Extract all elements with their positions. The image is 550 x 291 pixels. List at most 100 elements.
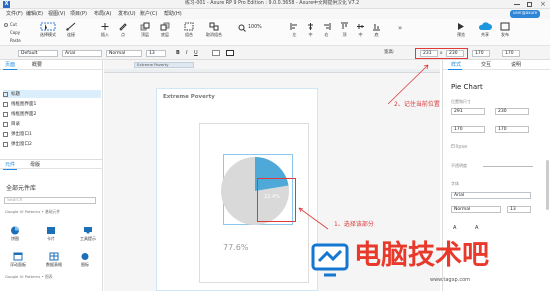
page-item-toc[interactable]: 目录 — [3, 120, 20, 128]
fill-color-swatch[interactable] — [212, 50, 220, 56]
font-select[interactable]: Arial — [62, 50, 102, 57]
library-select[interactable]: 全部元件库 — [6, 186, 36, 192]
ungroup-button[interactable]: 取消组合 — [206, 22, 222, 37]
table-icon — [49, 252, 59, 261]
tab-widgets[interactable]: 元件 — [5, 163, 15, 168]
watermark-text: 电脑技术吧 — [354, 240, 489, 271]
opacity-slider[interactable] — [483, 166, 533, 167]
width-field[interactable]: 170 — [472, 50, 490, 57]
plus-icon — [101, 23, 109, 30]
send-back-button[interactable]: 底层 — [160, 22, 170, 37]
page-item-popup-2[interactable]: 弹出窗口2 — [3, 140, 32, 148]
page-item-popup-1[interactable]: 弹出窗口1 — [3, 130, 32, 138]
inspector-font-select[interactable]: Arial — [451, 192, 531, 199]
menu-edit[interactable]: 编辑(E) — [26, 12, 43, 17]
align-center-button[interactable]: 中 — [306, 22, 315, 37]
align-right-button[interactable]: 右 — [322, 22, 331, 37]
widget-floating-panel[interactable]: 浮动面板 — [10, 252, 26, 267]
menu-publish[interactable]: 发布(U) — [118, 12, 136, 17]
height-field[interactable]: 170 — [502, 50, 520, 57]
x-position-field[interactable]: 231 — [420, 50, 438, 57]
tab-widgets-underline — [3, 169, 17, 170]
style-select[interactable]: Default — [18, 50, 58, 57]
library-group-label-2: Google UI Patterns • 图表 — [5, 274, 53, 279]
border-color-swatch[interactable] — [226, 50, 234, 56]
inspector-y-field[interactable]: 230 — [495, 108, 529, 115]
tab-style[interactable]: 样式 — [451, 63, 461, 68]
connect-button[interactable]: 连接 — [66, 22, 76, 37]
page-item-wireframe-1[interactable]: 线框图界面1 — [3, 100, 36, 108]
tab-interactions[interactable]: 交互 — [481, 63, 491, 68]
library-search-input[interactable]: Search — [4, 197, 96, 204]
align-middle-button[interactable]: 中 — [356, 22, 365, 37]
library-group-label: Google UI Patterns • 基础元件 — [5, 209, 61, 214]
widget-card[interactable]: 卡片 — [46, 226, 56, 241]
insert-button[interactable]: 插入 — [100, 22, 110, 37]
y-position-field[interactable]: 230 — [446, 50, 464, 57]
preview-button[interactable]: 预览 — [456, 22, 466, 37]
bring-front-icon — [140, 22, 150, 31]
close-button[interactable]: × — [540, 1, 546, 8]
point-button[interactable]: 点 — [118, 22, 128, 37]
tab-masters[interactable]: 母版 — [30, 163, 40, 168]
select-mode-button[interactable]: 选择模式 — [40, 22, 56, 37]
menu-project[interactable]: 项目(P) — [70, 12, 87, 17]
align-top-button[interactable]: 顶 — [340, 22, 349, 37]
widget-icon[interactable]: 图标 — [80, 252, 90, 267]
pie-chart-icon — [11, 226, 19, 235]
widget-tooltip[interactable]: 工具提示 — [80, 226, 96, 241]
menu-file[interactable]: 文件(F) — [6, 12, 23, 17]
menu-bar: 文件(F) 编辑(E) 视图(V) 项目(P) 布局(A) 发布(U) 账户(C… — [0, 9, 550, 19]
page-icon — [3, 101, 8, 107]
share-button[interactable]: 共享 — [478, 22, 492, 37]
minimize-button[interactable] — [514, 4, 520, 5]
tab-notes[interactable]: 说明 — [511, 63, 521, 68]
underline-button[interactable]: U — [194, 51, 198, 56]
copy-button[interactable]: Copy — [10, 31, 20, 35]
menu-layout[interactable]: 布局(A) — [94, 12, 111, 17]
italic-button[interactable]: I — [186, 51, 187, 56]
maximize-button[interactable] — [527, 2, 532, 7]
inspector-tabbar: 样式 交互 说明 — [443, 60, 550, 70]
publish-button[interactable]: 发布 — [500, 22, 510, 37]
inspector-h-field[interactable]: 170 — [495, 126, 529, 133]
menu-help[interactable]: 帮助(H) — [164, 12, 182, 17]
bring-front-button[interactable]: 顶层 — [140, 22, 150, 37]
inspector-size-field[interactable]: 13 — [507, 206, 531, 213]
select-mode-icon — [40, 22, 56, 31]
group-button[interactable]: 组合 — [184, 22, 194, 37]
weight-select[interactable]: Normal — [106, 50, 142, 57]
text-color-button[interactable]: A — [453, 226, 456, 231]
widget-name[interactable]: Pie Chart — [451, 84, 483, 91]
zoom-control[interactable]: 100% — [238, 23, 268, 33]
widget-pie-chart[interactable]: 饼图 — [10, 226, 20, 241]
monitor-logo-icon — [311, 243, 349, 277]
size-select[interactable]: 13 — [146, 50, 166, 57]
scissors-icon — [4, 23, 8, 27]
font-section-label: 字体 — [451, 181, 459, 186]
align-left-button[interactable]: 左 — [290, 22, 299, 37]
watermark-url: www.tagxp.com — [430, 277, 470, 283]
page-icon — [3, 131, 8, 137]
bold-button[interactable]: B — [176, 51, 180, 56]
text-shadow-button[interactable]: A — [475, 226, 478, 231]
page-item-wireframe-2[interactable]: 线框图界面2 — [3, 110, 36, 118]
more-tools-icon[interactable]: » — [398, 25, 402, 32]
cut-button[interactable]: Cut — [10, 23, 17, 27]
inspector-weight-select[interactable]: Normal — [451, 206, 501, 213]
inspector-scrollbar[interactable] — [546, 160, 549, 210]
account-badge[interactable]: user@axure — [510, 10, 541, 18]
widget-data-table[interactable]: 数据表格 — [46, 252, 62, 267]
menu-account[interactable]: 账户(C) — [140, 12, 157, 17]
menu-view[interactable]: 视图(V) — [48, 12, 65, 17]
annotation-step-1: 1、选择该部分 — [334, 221, 374, 228]
inspector-x-field[interactable]: 291 — [451, 108, 485, 115]
tab-pages[interactable]: 页面 — [5, 63, 15, 68]
inspector-w-field[interactable]: 170 — [451, 126, 485, 133]
tab-outline[interactable]: 概要 — [32, 63, 42, 68]
align-bottom-button[interactable]: 底 — [372, 22, 381, 37]
panel-icon — [13, 252, 23, 261]
annotation-step-2: 2、记住当前位置 — [394, 101, 440, 108]
page-item-title[interactable]: 标题 — [3, 90, 101, 98]
paste-button[interactable]: Paste — [10, 39, 21, 43]
